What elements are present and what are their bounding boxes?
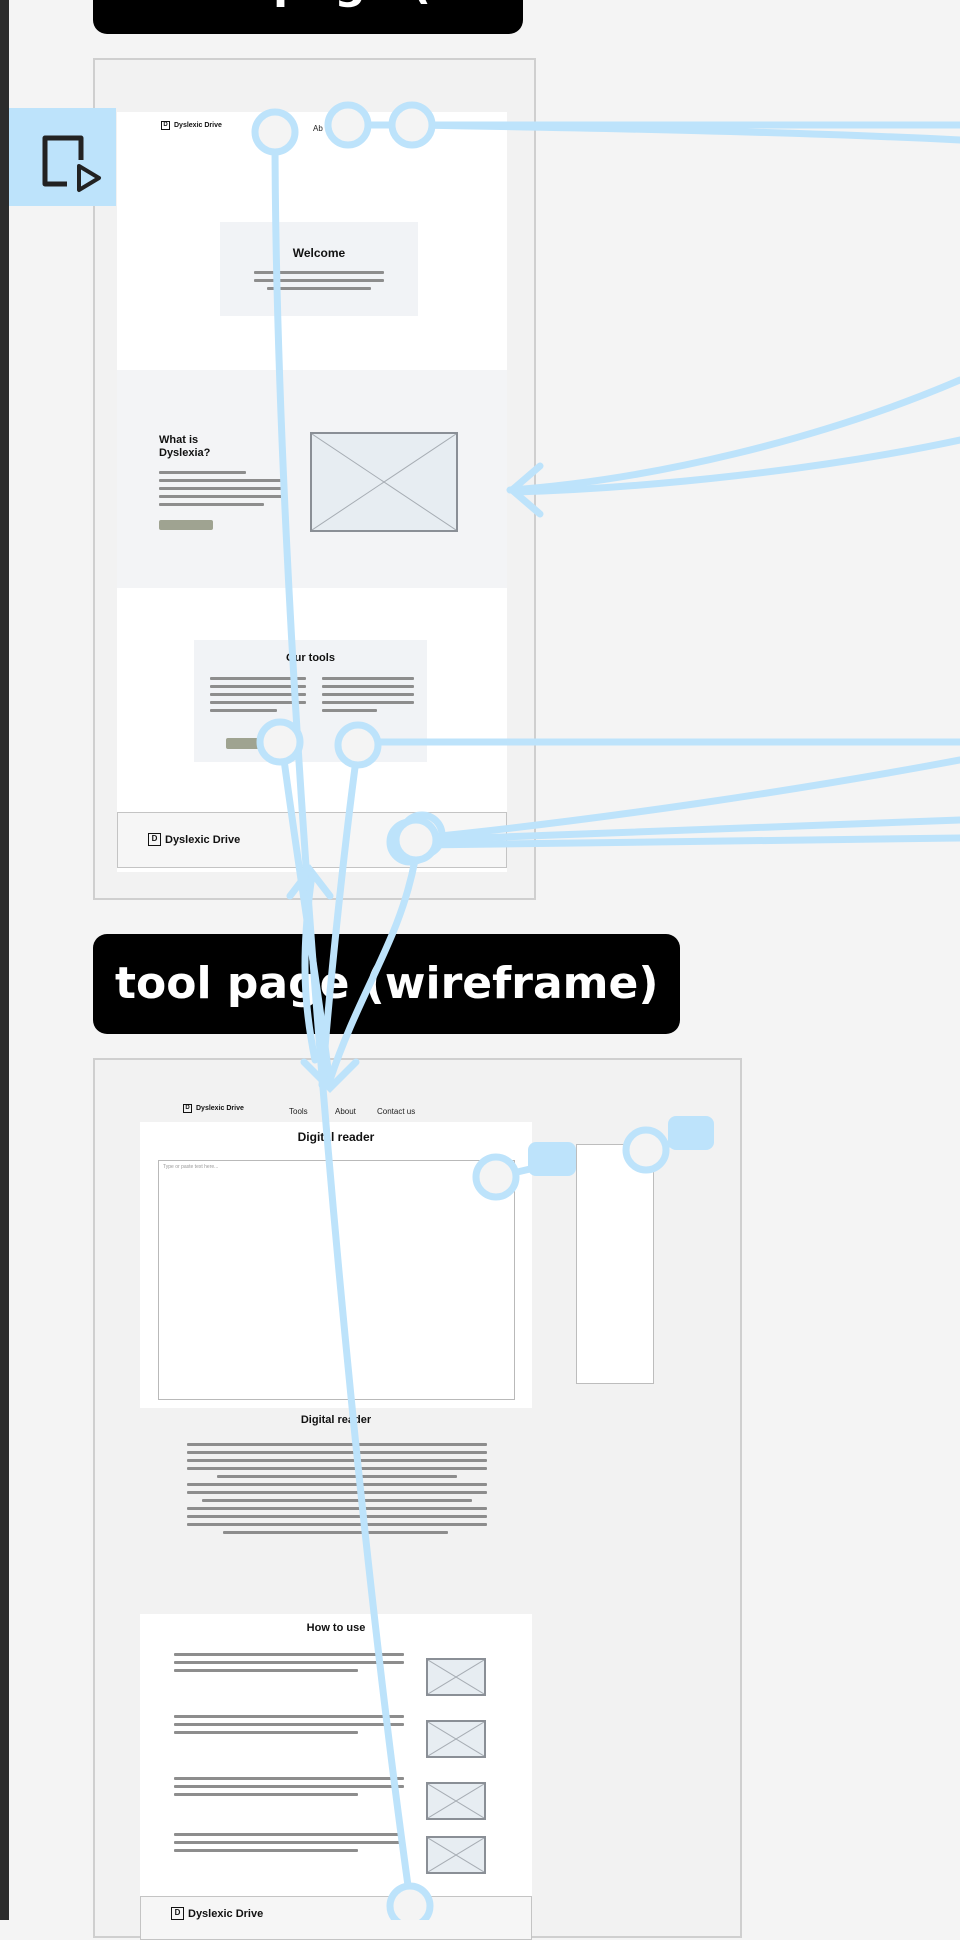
tool-nav-tools[interactable]: Tools <box>289 1107 308 1116</box>
home-footer-logo[interactable]: D Dyslexic Drive <box>148 833 240 846</box>
reader-textarea-placeholder: Type or paste text here... <box>163 1164 219 1170</box>
image-placeholder-icon <box>312 434 456 530</box>
tools-title: Our tools <box>286 652 335 664</box>
howto-title: How to use <box>306 1622 366 1634</box>
howto-step-3-text <box>174 1772 404 1801</box>
connector-incoming-2 <box>511 436 960 496</box>
tool-frame-label[interactable]: tool page (wireframe) <box>93 934 681 1034</box>
tools-button[interactable] <box>226 738 272 749</box>
tool-logo-text: Dyslexic Drive <box>196 1105 244 1112</box>
home-logo[interactable]: D Dyslexic Drive <box>161 121 222 130</box>
footer-logo-mark-icon: D <box>148 833 161 846</box>
tool-frame[interactable]: D Dyslexic Drive Tools About Contact us … <box>93 1058 742 1940</box>
tool-footer-logo-text: Dyslexic Drive <box>188 1907 264 1920</box>
tools-text-right <box>322 672 414 717</box>
reader-info-title: Digital reader <box>300 1414 372 1426</box>
logo-mark-icon: D <box>161 121 170 130</box>
tool-logo[interactable]: D Dyslexic Drive <box>183 1104 244 1113</box>
tool-footer: D Dyslexic Drive <box>140 1896 532 1940</box>
home-page: D Dyslexic Drive Ab Welcome What is Dysl… <box>117 112 507 872</box>
reader-side-panel[interactable] <box>576 1144 654 1384</box>
tool-footer-logo-mark-icon: D <box>171 1907 184 1920</box>
image-placeholder-icon <box>428 1838 484 1872</box>
canvas-edge <box>0 0 9 1920</box>
connector-incoming-1 <box>506 376 960 494</box>
tools-card: Our tools <box>194 640 427 762</box>
home-footer: D Dyslexic Drive <box>117 812 507 868</box>
about-title: What is Dyslexia? <box>159 434 211 459</box>
howto-step-4-text <box>174 1828 404 1857</box>
home-frame[interactable]: D Dyslexic Drive Ab Welcome What is Dysl… <box>93 58 536 900</box>
howto-step-1-image <box>426 1658 486 1696</box>
reader-info-text <box>187 1438 487 1539</box>
tool-nav-about[interactable]: About <box>335 1107 356 1116</box>
tool-nav-contact[interactable]: Contact us <box>377 1107 415 1116</box>
howto-step-2-text <box>174 1710 404 1739</box>
home-logo-text: Dyslexic Drive <box>174 122 222 129</box>
tool-footer-logo[interactable]: D Dyslexic Drive <box>171 1907 263 1920</box>
reader-textarea[interactable]: Type or paste text here... <box>158 1160 515 1400</box>
about-learn-more-button[interactable] <box>159 520 213 530</box>
tools-text-left <box>210 672 306 717</box>
about-text <box>159 466 283 511</box>
tool-logo-mark-icon: D <box>183 1104 192 1113</box>
welcome-title: Welcome <box>292 246 346 260</box>
image-placeholder-icon <box>428 1660 484 1694</box>
about-section: What is Dyslexia? <box>117 370 507 588</box>
about-image-placeholder <box>310 432 458 532</box>
howto-step-4-image <box>426 1836 486 1874</box>
play-frame-icon <box>42 135 101 192</box>
howto-step-1-text <box>174 1648 404 1677</box>
howto-step-3-image <box>426 1782 486 1820</box>
home-frame-label[interactable]: Home page (wiref <box>93 0 523 34</box>
prototype-play-button[interactable] <box>9 108 116 206</box>
home-nav-about[interactable]: Ab <box>313 124 323 133</box>
howto-step-2-image <box>426 1720 486 1758</box>
image-placeholder-icon <box>428 1722 484 1756</box>
howto-section: How to use <box>140 1614 532 1904</box>
home-footer-logo-text: Dyslexic Drive <box>165 833 241 846</box>
reader-section: Digital reader Type or paste text here..… <box>140 1122 532 1408</box>
reader-title: Digital reader <box>297 1130 375 1144</box>
welcome-text <box>254 266 384 295</box>
welcome-card: Welcome <box>220 222 418 316</box>
image-placeholder-icon <box>428 1784 484 1818</box>
